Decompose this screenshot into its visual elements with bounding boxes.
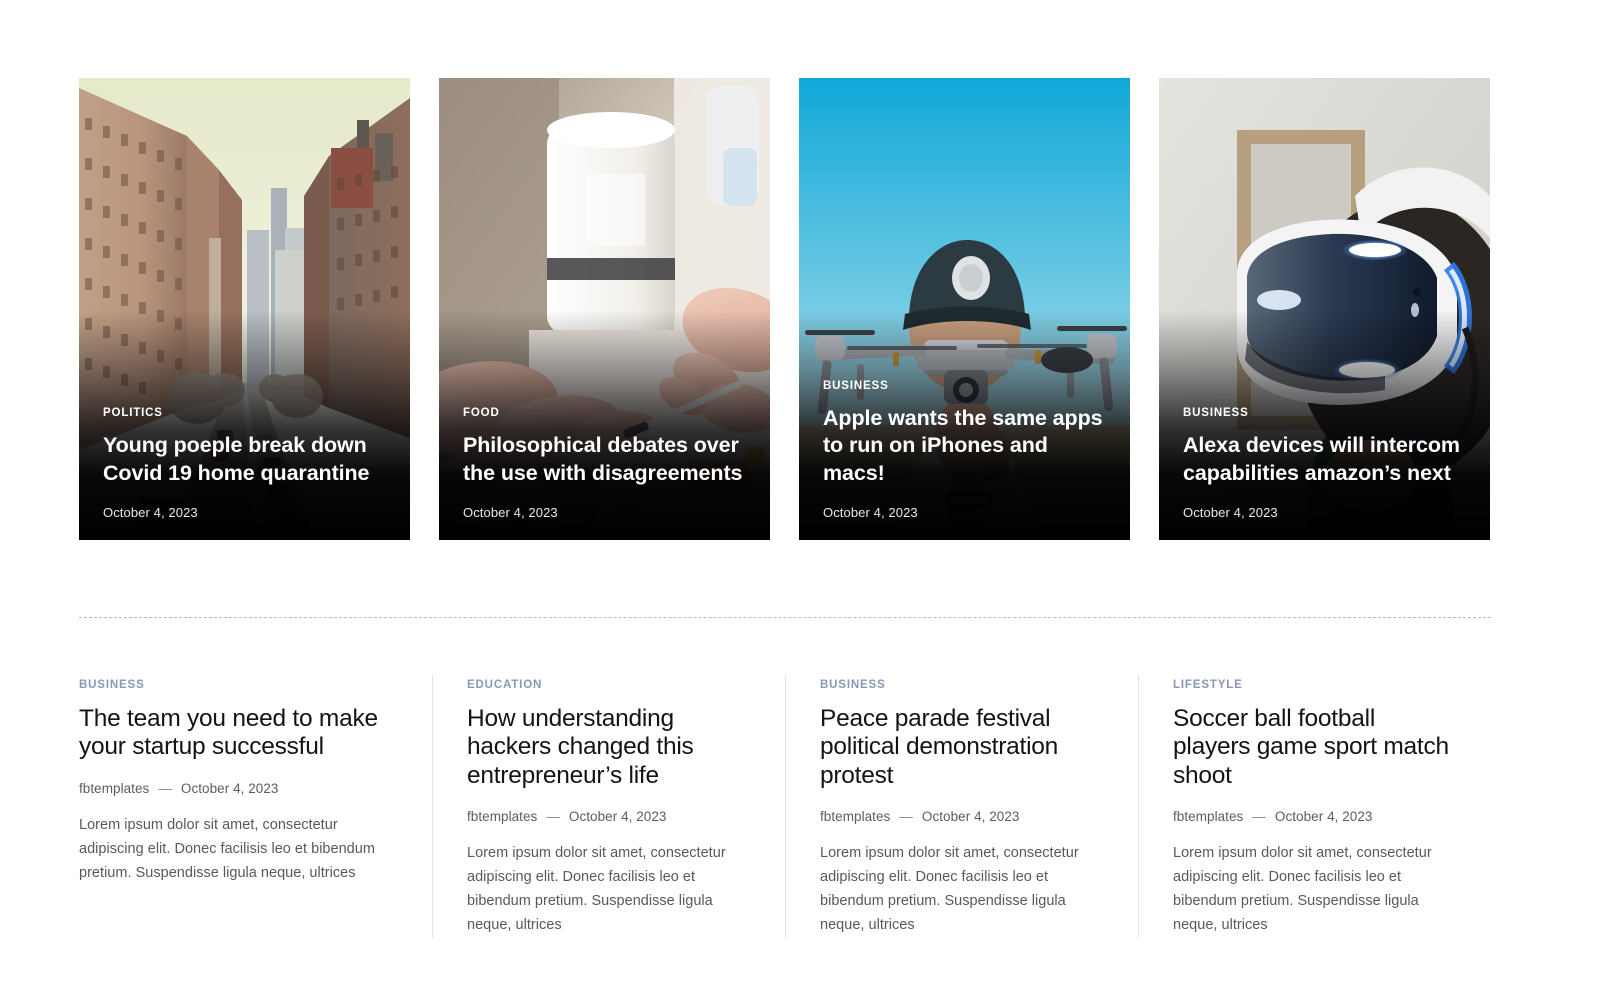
article-meta: fbtemplates — October 4, 2023 (79, 781, 392, 796)
hero-category-label[interactable]: FOOD (463, 407, 500, 419)
news-grid-page: POLITICS Young poeple break down Covid 1… (0, 0, 1600, 997)
hero-card-body: BUSINESS Alexa devices will intercom cap… (1183, 403, 1472, 520)
article-title[interactable]: Soccer ball football players game sport … (1173, 705, 1451, 790)
article-card-startup: BUSINESS The team you need to make your … (79, 675, 432, 938)
article-category-label[interactable]: BUSINESS (79, 679, 145, 691)
article-category-label[interactable]: LIFESTYLE (1173, 679, 1243, 691)
hero-title[interactable]: Philosophical debates over the use with … (463, 432, 752, 487)
article-excerpt: Lorem ipsum dolor sit amet, consectetur … (467, 845, 726, 933)
article-title[interactable]: How understanding hackers changed this e… (467, 705, 745, 790)
article-author[interactable]: fbtemplates (820, 809, 890, 824)
hero-category-label[interactable]: BUSINESS (823, 380, 889, 392)
featured-card-politics[interactable]: POLITICS Young poeple break down Covid 1… (79, 78, 410, 540)
article-excerpt: Lorem ipsum dolor sit amet, consectetur … (820, 845, 1079, 933)
article-date: October 4, 2023 (568, 809, 667, 825)
hero-title[interactable]: Apple wants the same apps to run on iPho… (823, 405, 1112, 487)
meta-separator: — (899, 809, 913, 825)
featured-posts-grid: POLITICS Young poeple break down Covid 1… (79, 78, 1491, 540)
hero-card-body: FOOD Philosophical debates over the use … (463, 403, 752, 520)
featured-card-business-alexa[interactable]: BUSINESS Alexa devices will intercom cap… (1159, 78, 1490, 540)
article-date: October 4, 2023 (1274, 809, 1373, 825)
article-excerpt: Lorem ipsum dolor sit amet, consectetur … (1173, 845, 1432, 933)
article-meta: fbtemplates — October 4, 2023 (1173, 809, 1451, 824)
hero-date: October 4, 2023 (463, 505, 558, 520)
article-date: October 4, 2023 (921, 809, 1020, 825)
featured-card-food[interactable]: FOOD Philosophical debates over the use … (439, 78, 770, 540)
hero-date: October 4, 2023 (1183, 505, 1278, 520)
article-card-peace-parade: BUSINESS Peace parade festival political… (785, 675, 1138, 938)
article-author[interactable]: fbtemplates (467, 809, 537, 824)
hero-title[interactable]: Alexa devices will intercom capabilities… (1183, 432, 1472, 487)
hero-date: October 4, 2023 (103, 505, 198, 520)
article-date: October 4, 2023 (180, 780, 279, 796)
article-title[interactable]: The team you need to make your startup s… (79, 705, 392, 762)
hero-category-label[interactable]: POLITICS (103, 407, 163, 419)
meta-separator: — (546, 809, 560, 825)
hero-card-body: BUSINESS Apple wants the same apps to ru… (823, 376, 1112, 520)
section-divider (79, 617, 1491, 618)
latest-posts-row: BUSINESS The team you need to make your … (79, 675, 1491, 938)
featured-card-business-apple[interactable]: BUSINESS Apple wants the same apps to ru… (799, 78, 1130, 540)
article-title[interactable]: Peace parade festival political demonstr… (820, 705, 1098, 790)
article-meta: fbtemplates — October 4, 2023 (820, 809, 1098, 824)
article-card-soccer: LIFESTYLE Soccer ball football players g… (1138, 675, 1491, 938)
article-excerpt: Lorem ipsum dolor sit amet, consectetur … (79, 816, 375, 881)
article-category-label[interactable]: EDUCATION (467, 679, 542, 691)
hero-date: October 4, 2023 (823, 505, 918, 520)
article-author[interactable]: fbtemplates (79, 781, 149, 796)
article-card-hackers: EDUCATION How understanding hackers chan… (432, 675, 785, 938)
meta-separator: — (1252, 809, 1266, 825)
hero-category-label[interactable]: BUSINESS (1183, 407, 1249, 419)
article-category-label[interactable]: BUSINESS (820, 679, 886, 691)
article-author[interactable]: fbtemplates (1173, 809, 1243, 824)
hero-card-body: POLITICS Young poeple break down Covid 1… (103, 403, 392, 520)
meta-separator: — (158, 780, 172, 796)
article-meta: fbtemplates — October 4, 2023 (467, 809, 745, 824)
hero-title[interactable]: Young poeple break down Covid 19 home qu… (103, 432, 392, 487)
